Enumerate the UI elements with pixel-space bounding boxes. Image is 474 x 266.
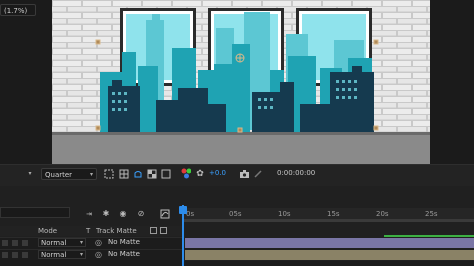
motion-blur-icon[interactable]: ⊘ xyxy=(136,208,146,219)
layer-duration-bar[interactable] xyxy=(185,250,474,260)
blend-mode-dropdown[interactable]: Normal ▾ xyxy=(38,250,86,259)
ruler-tick: 25s xyxy=(425,210,438,218)
mask-icon[interactable] xyxy=(133,168,143,179)
chevron-down-icon: ▾ xyxy=(79,239,83,246)
timecode-display[interactable]: 0:00:00:00 xyxy=(277,169,315,177)
ruler-tick: 10s xyxy=(278,210,291,218)
snapshot-icon[interactable] xyxy=(239,168,249,179)
composition-frame[interactable] xyxy=(52,0,430,164)
magnification-value: (1.7%) xyxy=(4,7,28,15)
timeline-footer xyxy=(0,261,474,266)
track-matte-dropdown[interactable]: No Matte xyxy=(108,238,182,247)
work-area-bar[interactable] xyxy=(182,219,474,222)
playhead-handle[interactable] xyxy=(179,206,187,214)
chevron-down-icon: ▾ xyxy=(89,171,93,178)
exposure-value[interactable]: +0.0 xyxy=(209,169,226,177)
track-matte-value: No Matte xyxy=(108,250,140,258)
region-of-interest-icon[interactable] xyxy=(104,168,114,179)
current-time-indicator[interactable] xyxy=(182,205,184,266)
blend-mode-dropdown[interactable]: Normal ▾ xyxy=(38,238,86,247)
comp-canvas xyxy=(52,0,430,164)
layer-duration-bar[interactable] xyxy=(185,238,474,248)
lock-toggle[interactable] xyxy=(22,252,28,258)
stretch-column-icon[interactable] xyxy=(160,227,167,234)
resolution-value: Quarter xyxy=(45,171,73,179)
lock-toggle[interactable] xyxy=(22,240,28,246)
grid-icon[interactable] xyxy=(119,168,129,179)
track-matte-value: No Matte xyxy=(108,238,140,246)
draft-3d-icon[interactable]: ✱ xyxy=(101,208,111,219)
preserve-transparency-icon[interactable]: ◎ xyxy=(95,250,102,259)
chevron-down-icon: ▾ xyxy=(79,251,83,258)
t-column-label: T xyxy=(86,227,91,235)
transparency-grid-icon[interactable] xyxy=(147,168,157,179)
blend-mode-value: Normal xyxy=(41,251,67,259)
track-matte-dropdown[interactable]: No Matte xyxy=(108,250,182,259)
anchor-point-icon xyxy=(235,53,245,63)
shy-layers-icon[interactable]: ◉ xyxy=(118,208,128,219)
audio-toggle[interactable] xyxy=(12,252,18,258)
audio-toggle[interactable] xyxy=(12,240,18,246)
graph-editor-icon[interactable] xyxy=(160,208,170,219)
magnification-dropdown[interactable]: (1.7%) xyxy=(0,4,36,16)
layer-search-input[interactable] xyxy=(0,207,70,218)
visibility-toggle[interactable] xyxy=(2,252,8,258)
color-channels-icon[interactable] xyxy=(181,168,191,179)
preserve-transparency-icon[interactable]: ◎ xyxy=(95,238,102,247)
channel-icon[interactable] xyxy=(161,168,171,179)
track-matte-column-label: Track Matte xyxy=(96,227,137,235)
ruler-tick: 0s xyxy=(186,210,195,218)
visibility-toggle[interactable] xyxy=(2,240,8,246)
resolution-dropdown[interactable]: Quarter ▾ xyxy=(41,168,97,180)
parent-column-icon[interactable] xyxy=(150,227,157,234)
show-snapshot-icon[interactable] xyxy=(253,168,263,179)
blend-mode-value: Normal xyxy=(41,239,67,247)
comp-mini-flowchart-icon[interactable]: ⇥ xyxy=(84,208,94,219)
mode-column-label: Mode xyxy=(38,227,58,235)
ruler-tick: 15s xyxy=(327,210,340,218)
chevron-down-icon[interactable]: ▾ xyxy=(25,168,35,179)
floor xyxy=(52,132,430,164)
reset-exposure-icon[interactable]: ✿ xyxy=(195,168,205,179)
ruler-tick: 05s xyxy=(229,210,242,218)
ruler-tick: 20s xyxy=(376,210,389,218)
work-area-indicator xyxy=(384,235,474,237)
